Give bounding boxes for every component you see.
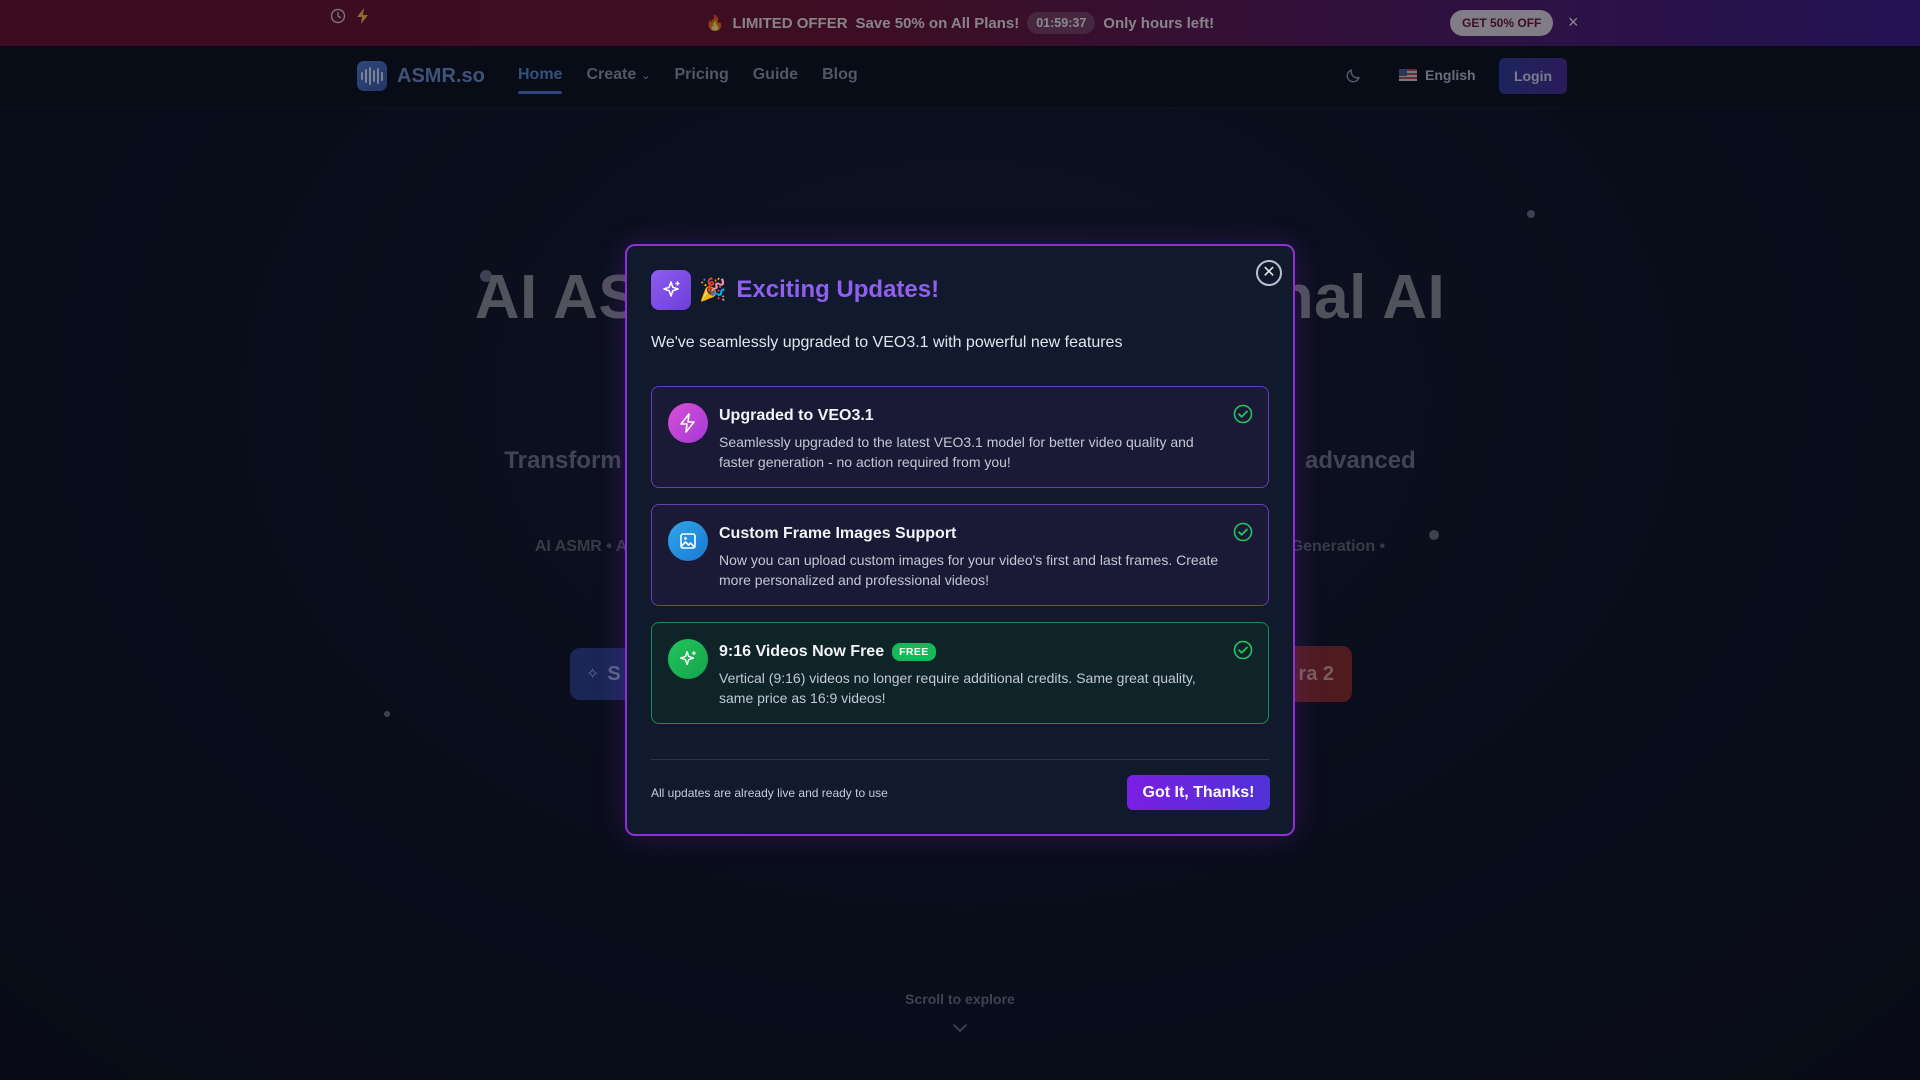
feature-text: Now you can upload custom images for you… (719, 552, 1219, 588)
got-it-button[interactable]: Got It, Thanks! (1127, 775, 1270, 810)
feature-card-custom-frames: Custom Frame Images Support Now you can … (651, 504, 1269, 606)
feature-title-text: 9:16 Videos Now Free (719, 643, 885, 660)
feature-title-text: Upgraded to VEO3.1 (719, 407, 874, 424)
image-icon (668, 521, 708, 561)
close-modal-button[interactable]: ✕ (1256, 260, 1282, 286)
party-popper-icon: 🎉 (699, 277, 727, 302)
feature-title: 9:16 Videos Now Free FREE (719, 643, 936, 661)
modal-footnote: All updates are already live and ready t… (651, 786, 888, 800)
sparkles-icon (651, 270, 691, 310)
feature-text: Vertical (9:16) videos no longer require… (719, 670, 1196, 706)
feature-title: Upgraded to VEO3.1 (719, 407, 874, 425)
check-circle-icon (1233, 640, 1253, 660)
sparkles-icon (668, 639, 708, 679)
feature-card-veo: Upgraded to VEO3.1 Seamlessly upgraded t… (651, 386, 1269, 488)
feature-text: Seamlessly upgraded to the latest VEO3.1… (719, 434, 1194, 470)
check-circle-icon (1233, 404, 1253, 424)
lightning-icon (668, 403, 708, 443)
modal-divider (651, 759, 1269, 760)
check-circle-icon (1233, 522, 1253, 542)
modal-title: Exciting Updates! (736, 276, 940, 303)
feature-title: Custom Frame Images Support (719, 525, 956, 543)
updates-modal: ✕ 🎉 Exciting Updates! We've seamlessly u… (625, 244, 1295, 836)
modal-description: We've seamlessly upgraded to VEO3.1 with… (651, 334, 1123, 351)
feature-card-vertical-free: 9:16 Videos Now Free FREE Vertical (9:16… (651, 622, 1269, 724)
modal-header: 🎉 Exciting Updates! (651, 270, 939, 310)
free-badge: FREE (892, 643, 936, 661)
feature-title-text: Custom Frame Images Support (719, 525, 957, 542)
